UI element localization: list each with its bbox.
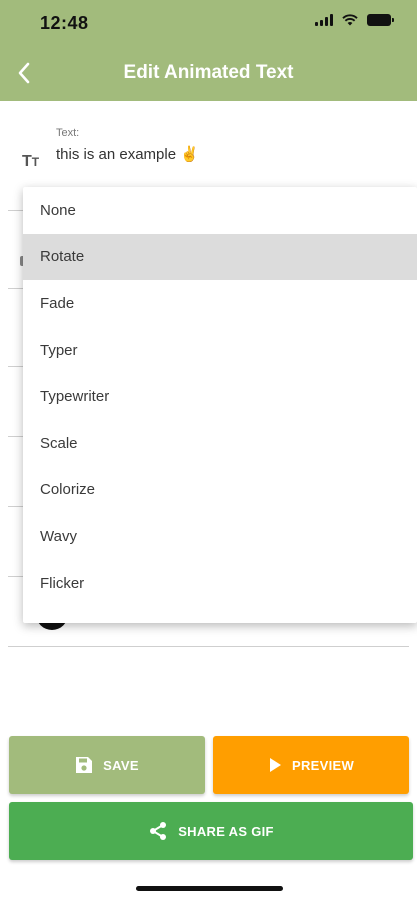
option-none[interactable]: None <box>23 187 417 234</box>
option-wavy[interactable]: Wavy <box>23 513 417 560</box>
text-field[interactable]: TT Text: this is an example ✌️ <box>0 120 417 180</box>
status-time: 12:48 <box>40 13 89 33</box>
text-field-label: Text: <box>56 127 80 139</box>
page-title: Edit Animated Text <box>123 62 294 83</box>
animation-dropdown-menu: None Rotate Fade Typer Typewriter Scale … <box>23 187 417 623</box>
save-icon <box>76 757 93 773</box>
text-format-icon: TT <box>22 153 40 170</box>
save-button[interactable]: SAVE <box>9 736 205 794</box>
divider <box>8 646 409 647</box>
preview-button[interactable]: PREVIEW <box>213 736 409 794</box>
option-scale[interactable]: Scale <box>23 420 417 467</box>
app-header: 12:48 Edit Animated Text <box>0 0 417 101</box>
share-as-gif-button[interactable]: SHARE AS GIF <box>9 802 413 860</box>
option-typewriter[interactable]: Typewriter <box>23 373 417 420</box>
option-colorize[interactable]: Colorize <box>23 467 417 514</box>
text-field-value: this is an example ✌️ <box>56 146 199 163</box>
option-fade[interactable]: Fade <box>23 280 417 327</box>
status-bar: 12:48 <box>0 0 417 46</box>
play-icon <box>269 758 281 772</box>
option-flicker[interactable]: Flicker <box>23 560 417 607</box>
share-button-label: SHARE AS GIF <box>178 823 274 839</box>
app-bar: Edit Animated Text <box>0 46 417 101</box>
wifi-icon <box>342 14 358 26</box>
save-button-label: SAVE <box>103 757 139 773</box>
share-icon <box>150 822 167 840</box>
battery-icon <box>367 14 394 26</box>
option-typer[interactable]: Typer <box>23 327 417 374</box>
home-indicator <box>136 886 283 891</box>
option-rotate[interactable]: Rotate <box>23 233 417 281</box>
cellular-signal-icon <box>315 14 333 26</box>
preview-button-label: PREVIEW <box>291 757 355 773</box>
status-icons <box>315 14 394 26</box>
